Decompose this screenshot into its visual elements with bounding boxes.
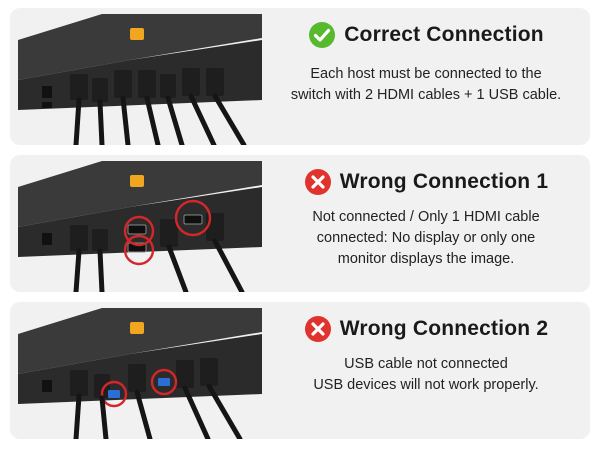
brand-logo-icon [130, 322, 144, 334]
connection-guide: Correct Connection Each host must be con… [0, 0, 600, 450]
x-circle-icon [304, 316, 331, 342]
description-line: Not connected / Only 1 HDMI cable [312, 209, 540, 225]
kvm-switch-photo [10, 8, 262, 145]
x-circle-icon [304, 169, 331, 195]
section-description: USB cable not connected USB devices will… [262, 354, 590, 396]
wrong-connection-1-panel: Wrong Connection 1 Not connected / Only … [10, 155, 590, 292]
section-description: Each host must be connected to the switc… [262, 64, 590, 106]
section-description: Not connected / Only 1 HDMI cable connec… [262, 207, 590, 270]
description-line: monitor displays the image. [337, 251, 515, 267]
section-title: Wrong Connection 1 [339, 170, 549, 193]
kvm-switch-photo [10, 302, 262, 439]
description-line: USB cable not connected [344, 356, 508, 372]
kvm-switch-photo [10, 155, 262, 292]
description-line: USB devices will not work properly. [313, 377, 539, 393]
check-circle-icon [309, 22, 336, 48]
section-title: Correct Connection [344, 23, 544, 46]
usb-port-icon [108, 390, 120, 398]
usb-port-icon [158, 378, 170, 386]
description-line: connected: No display or only one [316, 230, 536, 246]
wrong-connection-2-panel: Wrong Connection 2 USB cable not connect… [10, 302, 590, 439]
brand-logo-icon [130, 28, 144, 40]
section-title: Wrong Connection 2 [339, 317, 549, 340]
correct-connection-panel: Correct Connection Each host must be con… [10, 8, 590, 145]
description-line: Each host must be connected to the [310, 66, 542, 82]
brand-logo-icon [130, 175, 144, 187]
description-line: switch with 2 HDMI cables + 1 USB cable. [290, 87, 562, 103]
